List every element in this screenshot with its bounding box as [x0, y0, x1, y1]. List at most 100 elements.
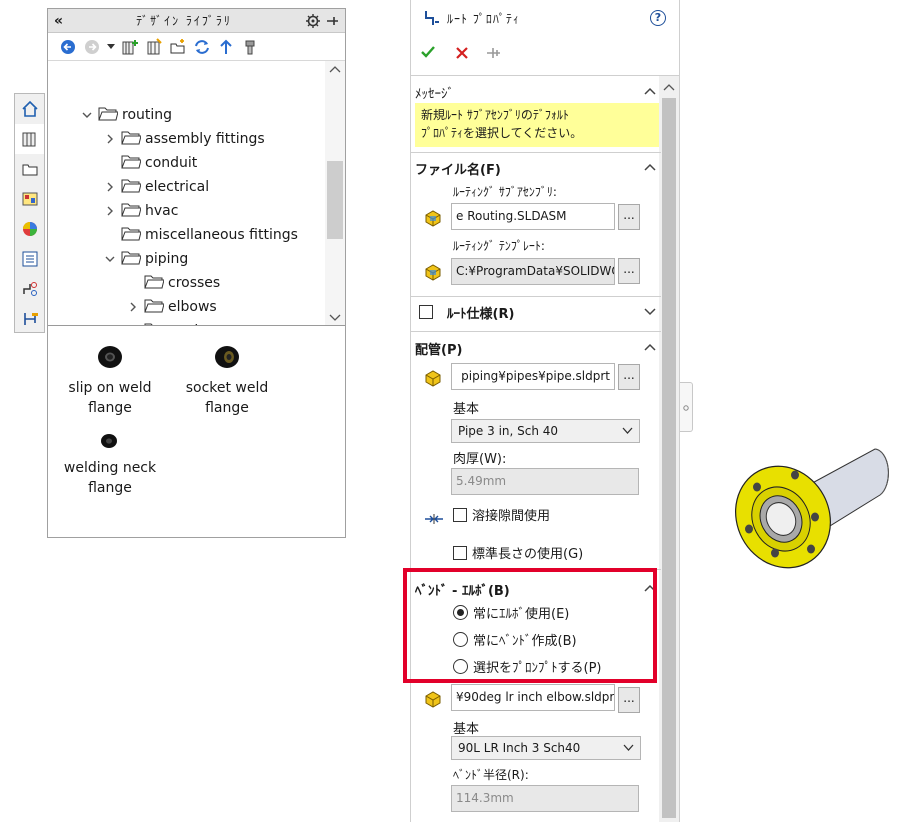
chevron-right-icon[interactable] — [101, 202, 119, 220]
collapse-icon[interactable]: « — [54, 13, 63, 29]
route-properties-icon — [425, 11, 439, 25]
ok-checkmark-icon[interactable] — [420, 44, 436, 60]
gear-icon[interactable] — [305, 13, 321, 29]
standard-length-checkbox[interactable] — [453, 545, 467, 560]
weld-gap-option[interactable]: 溶接隙間使用 — [453, 505, 550, 524]
library-toolbar — [48, 33, 345, 61]
new-folder-icon — [170, 38, 185, 53]
splitter-grip-icon — [683, 405, 689, 411]
property-manager-scrollbar[interactable] — [659, 76, 679, 822]
create-new-folder-button[interactable] — [168, 37, 188, 57]
appearances-tab[interactable] — [15, 214, 44, 244]
chevron-down-icon[interactable] — [643, 304, 657, 318]
property-scroll-thumb[interactable] — [662, 98, 676, 818]
home-tab[interactable] — [15, 94, 44, 124]
pushpin-icon[interactable] — [486, 46, 502, 60]
route-spec-checkbox[interactable] — [419, 305, 433, 319]
history-dropdown[interactable] — [106, 37, 116, 57]
tree-item-label: crosses — [168, 275, 221, 291]
refresh-button[interactable] — [192, 37, 212, 57]
tree-item-label: piping — [145, 251, 189, 267]
folder-icon — [144, 273, 165, 294]
tree-item-label: electrical — [145, 179, 210, 195]
tree-item-miscellaneous-fittings[interactable]: miscellaneous fittings — [101, 223, 298, 247]
tree-item-crosses[interactable]: crosses — [124, 271, 220, 295]
subassembly-field[interactable]: e Routing.SLDASM — [451, 203, 615, 230]
up-one-level-button[interactable] — [216, 37, 236, 57]
pin-icon[interactable] — [325, 14, 339, 28]
add-file-location-button[interactable] — [144, 37, 164, 57]
add-to-library-button[interactable] — [120, 37, 140, 57]
tree-scrollbar[interactable] — [325, 61, 345, 325]
subassembly-label: ﾙｰﾃｨﾝｸﾞ ｻﾌﾞｱｾﾝﾌﾞﾘ: — [453, 185, 557, 199]
weld-gap-checkbox[interactable] — [453, 507, 467, 522]
view-palette-tab[interactable] — [15, 184, 44, 214]
elbow-basic-select[interactable]: 90L LR Inch 3 Sch40 — [451, 736, 641, 760]
template-field[interactable]: C:¥ProgramData¥SOLIDWO — [451, 258, 615, 285]
message-section-header[interactable]: ﾒｯｾｰｼﾞ — [415, 80, 659, 104]
message-text: ﾌﾟﾛﾊﾟﾃｨを選択してください。 — [421, 126, 583, 140]
tree-scroll-thumb[interactable] — [327, 161, 343, 239]
folder-icon — [121, 249, 142, 270]
bend-radius-label: ﾍﾞﾝﾄﾞ半径(R): — [453, 768, 529, 782]
tree-item-assembly-fittings[interactable]: assembly fittings — [101, 127, 265, 151]
file-name-section-header[interactable]: ファイル名(F) — [415, 156, 659, 180]
bend-radius-field[interactable]: 114.3mm — [451, 785, 639, 812]
chevron-right-icon[interactable] — [101, 130, 119, 148]
custom-properties-tab[interactable] — [15, 244, 44, 274]
select-value: 90L LR Inch 3 Sch40 — [458, 741, 581, 755]
routing-tab[interactable] — [15, 304, 44, 334]
piping-section-header[interactable]: 配管(P) — [415, 336, 659, 360]
tree-item-electrical[interactable]: electrical — [101, 175, 209, 199]
chevron-right-icon[interactable] — [101, 178, 119, 196]
library-item-socket-weld-flange[interactable]: socket weld flange — [165, 342, 289, 418]
library-item-slip-on-weld-flange[interactable]: slip on weld flange — [48, 342, 172, 418]
toolbox-button[interactable] — [240, 37, 260, 57]
pipe-file-field[interactable]: piping¥pipes¥pipe.sldprt — [451, 363, 615, 390]
back-button[interactable] — [58, 37, 78, 57]
file-explorer-tab[interactable] — [15, 154, 44, 184]
section-divider — [411, 152, 661, 153]
tree-item-hvac[interactable]: hvac — [101, 199, 178, 223]
chevron-down-icon[interactable] — [101, 250, 119, 268]
cancel-x-icon[interactable] — [455, 46, 469, 60]
tree-item-piping[interactable]: piping — [101, 247, 188, 271]
elbow-file-field[interactable]: ¥90deg lr inch elbow.sldprt — [451, 684, 615, 711]
tree-item-routing[interactable]: routing — [78, 103, 172, 127]
tree-item-label: routing — [122, 107, 173, 123]
forward-button[interactable] — [82, 37, 102, 57]
help-icon[interactable]: ? — [650, 10, 666, 26]
up-arrow-icon — [220, 39, 232, 54]
template-label: ﾙｰﾃｨﾝｸﾞ ﾃﾝﾌﾟﾚｰﾄ: — [453, 239, 545, 253]
tree-item-elbows[interactable]: elbows — [124, 295, 217, 319]
scroll-up-icon[interactable] — [659, 81, 679, 95]
scroll-up-icon[interactable] — [325, 63, 345, 77]
chevron-right-icon[interactable] — [124, 298, 142, 316]
pipe-basic-select[interactable]: Pipe 3 in, Sch 40 — [451, 419, 640, 443]
library-item-welding-neck-flange[interactable]: welding neck flange — [48, 430, 172, 498]
tree-item-equipment[interactable]: equipment — [124, 319, 244, 325]
browse-elbow-button[interactable]: ... — [618, 687, 640, 713]
section-title: 配管(P) — [415, 342, 463, 358]
tree-item-conduit[interactable]: conduit — [101, 151, 197, 175]
routing-library-tab[interactable] — [15, 274, 44, 304]
bolt-icon — [245, 40, 255, 54]
thickness-field[interactable]: 5.49mm — [451, 468, 639, 495]
select-value: Pipe 3 in, Sch 40 — [458, 424, 559, 438]
chevron-up-icon[interactable] — [643, 84, 657, 98]
standard-length-option[interactable]: 標準長さの使用(G) — [453, 543, 583, 562]
scroll-down-icon[interactable] — [325, 310, 345, 324]
home-icon — [21, 100, 38, 117]
panel-splitter-handle[interactable] — [680, 382, 693, 432]
design-library-tab[interactable] — [15, 124, 44, 154]
browse-pipe-button[interactable]: ... — [618, 364, 640, 390]
chevron-up-icon[interactable] — [643, 160, 657, 174]
browse-subassembly-button[interactable]: ... — [618, 204, 640, 230]
browse-template-button[interactable]: ... — [618, 258, 640, 284]
route-spec-section-header[interactable]: ﾙｰﾄ仕様(R) — [415, 300, 659, 324]
chevron-up-icon[interactable] — [643, 340, 657, 354]
section-divider — [411, 296, 661, 297]
chevron-down-icon[interactable] — [78, 106, 96, 124]
elbow-part-icon — [425, 691, 441, 708]
